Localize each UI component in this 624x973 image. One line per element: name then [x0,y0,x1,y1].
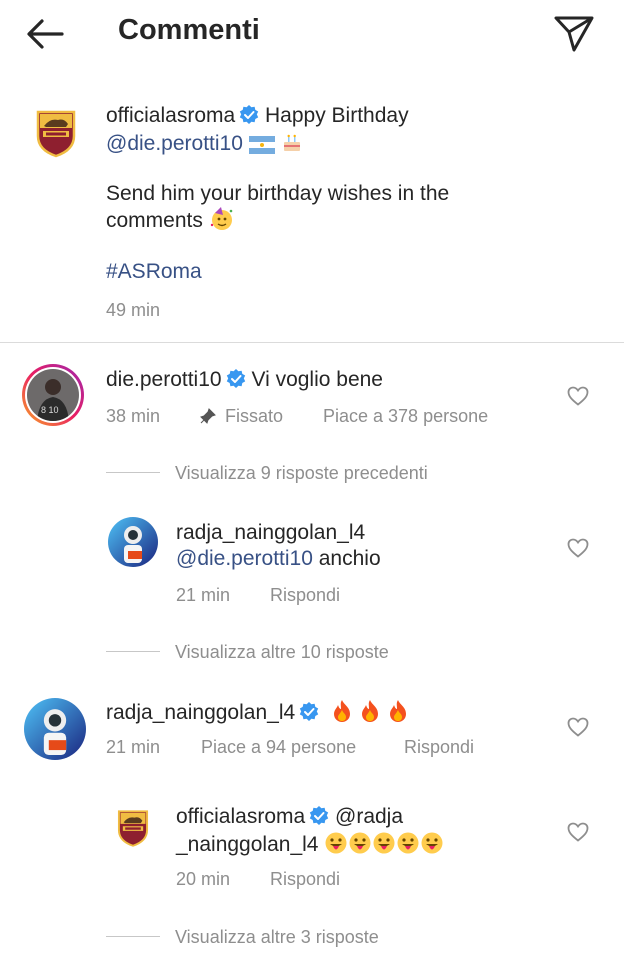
header-bar: Commenti [0,0,624,68]
caption-text-end: comments [106,209,203,232]
pinned-text: Fissato [225,406,284,426]
reply-line: @die.perotti10 anchio [176,546,381,572]
like-button[interactable] [567,386,589,406]
thread-line [106,651,160,652]
caption-line-4: comments [106,207,235,238]
birthday-cake-icon [281,132,303,161]
comment-line: radja_nainggolan_l4 [106,699,409,730]
heart-icon [567,538,589,558]
verified-badge-icon [226,369,245,388]
paper-plane-icon [554,16,594,52]
caption-divider [0,342,624,343]
tongue-face-emoji-icon [420,831,444,862]
comment-username[interactable]: die.perotti10 [106,368,222,391]
comment-time: 21 min [106,737,161,757]
reply-text: anchio [318,547,381,570]
reply-time: 21 min [176,585,231,605]
reply-button[interactable]: Rispondi [270,869,340,890]
profile-photo-icon [108,517,158,567]
likes-count-button[interactable]: Piace a 378 persone [323,406,488,427]
thread-line [106,936,160,937]
fire-emoji-icon [359,699,381,730]
tongue-face-emoji-icon [348,831,372,862]
heart-icon [567,717,589,737]
avatar[interactable] [108,802,158,852]
pin-icon [200,408,216,424]
verified-badge-icon [239,105,259,124]
mention-link[interactable]: @die.perotti10 [176,547,313,570]
likes-count-button[interactable]: Piace a 94 persone [201,737,356,758]
pinned-label: Fissato [200,406,283,427]
caption-text: Happy Birthday [265,104,409,127]
hashtag-link[interactable]: #ASRoma [106,259,202,285]
share-button[interactable] [552,12,596,52]
caption-time: 49 min [106,300,161,320]
roma-crest-icon [108,802,158,852]
reply-username[interactable]: radja_nainggolan_l4 [176,520,365,546]
avatar[interactable] [24,698,86,760]
view-more-replies-button[interactable]: Visualizza altre 10 risposte [175,642,389,663]
reply-button[interactable]: Rispondi [270,585,340,606]
view-previous-replies-button[interactable]: Visualizza 9 risposte precedenti [175,463,428,484]
argentina-flag-icon [248,135,275,161]
avatar[interactable] [24,100,88,164]
reply-time: 20 min [176,869,231,889]
avatar[interactable] [108,517,158,567]
verified-badge-icon [299,702,319,721]
mention-text: @radja [335,805,404,828]
fire-emoji-icon [387,699,409,730]
tongue-face-emoji-icon [324,831,348,862]
party-face-icon [209,207,235,238]
reply-line: officialasroma @radja [176,804,403,830]
reply-line-2: _nainggolan_l4 [176,831,444,862]
caption-username[interactable]: officialasroma [106,104,235,127]
view-more-replies-button[interactable]: Visualizza altre 3 risposte [175,927,379,948]
comment-username[interactable]: radja_nainggolan_l4 [106,701,295,724]
caption-line-2: @die.perotti10 [106,131,303,161]
profile-photo-icon: 8 10 [27,369,79,421]
profile-photo-icon [24,698,86,760]
arrow-left-icon [27,19,64,49]
comment-line: die.perotti10 Vi voglio bene [106,367,383,393]
tongue-face-emoji-icon [372,831,396,862]
fire-emoji-icon [331,699,353,730]
comment-time: 38 min [106,406,161,426]
tongue-face-emoji-icon [396,831,420,862]
like-button[interactable] [567,822,589,842]
page-title: Commenti [118,14,260,46]
back-button[interactable] [22,16,66,52]
caption-line-1: officialasroma Happy Birthday [106,103,409,129]
heart-icon [567,822,589,842]
mention-text: _nainggolan_l4 [176,833,319,856]
avatar[interactable]: 8 10 [22,364,84,426]
comment-text: Vi voglio bene [251,368,383,391]
svg-text:8 10: 8 10 [41,405,59,415]
heart-icon [567,386,589,406]
like-button[interactable] [567,538,589,558]
roma-crest-icon [24,100,88,164]
caption-line-3: Send him your birthday wishes in the [106,182,450,205]
reply-button[interactable]: Rispondi [404,737,474,758]
thread-line [106,472,160,473]
verified-badge-icon [309,806,329,825]
mention-link[interactable]: @die.perotti10 [106,132,243,155]
reply-username[interactable]: officialasroma [176,805,305,828]
like-button[interactable] [567,717,589,737]
